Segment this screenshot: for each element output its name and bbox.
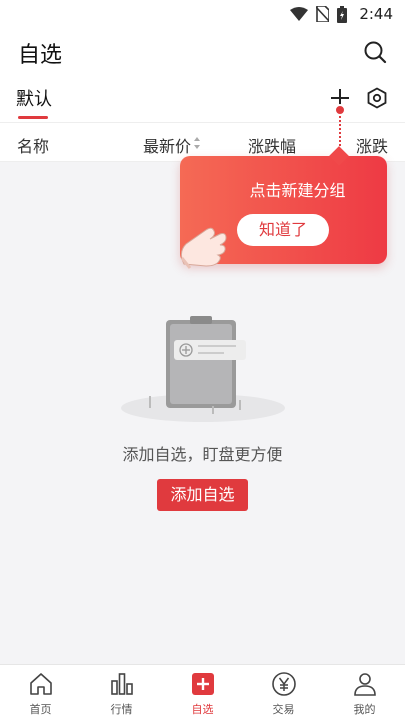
tooltip-text: 点击新建分组	[249, 181, 346, 200]
column-latest-price[interactable]: 最新价	[143, 133, 191, 157]
status-icons	[290, 5, 347, 23]
yen-icon	[271, 672, 296, 696]
add-watchlist-button[interactable]: 添加自选	[157, 479, 248, 511]
empty-watchlist-illustration	[121, 316, 285, 422]
nav-profile[interactable]: 我的	[324, 665, 405, 720]
pointing-hand-icon	[180, 227, 227, 269]
status-bar: 2:44	[0, 0, 405, 28]
sort-icon[interactable]	[193, 136, 201, 150]
person-icon	[353, 673, 376, 696]
nav-label: 自选	[191, 703, 214, 716]
column-change[interactable]: 涨跌	[356, 133, 388, 157]
battery-icon	[337, 5, 347, 23]
tab-active-indicator	[18, 116, 48, 119]
new-group-tooltip: 点击新建分组 知道了	[180, 146, 387, 269]
column-change-percent[interactable]: 涨跌幅	[248, 133, 296, 157]
tab-default[interactable]: 默认	[16, 85, 52, 111]
bar-chart-icon	[110, 673, 133, 695]
status-time: 2:44	[359, 5, 393, 23]
settings-hex-icon[interactable]	[366, 87, 388, 109]
home-icon	[29, 673, 52, 695]
nav-home[interactable]: 首页	[0, 665, 81, 720]
nav-label: 行情	[110, 703, 133, 716]
no-sim-icon	[316, 6, 329, 22]
plus-box-icon	[191, 673, 214, 695]
got-it-button[interactable]: 知道了	[237, 214, 329, 246]
group-tabs: 默认	[0, 76, 405, 122]
nav-label: 交易	[272, 703, 295, 716]
nav-trade[interactable]: 交易	[243, 665, 324, 720]
search-icon[interactable]	[363, 40, 387, 64]
column-name: 名称	[17, 137, 50, 156]
empty-state-message: 添加自选，盯盘更方便	[122, 445, 283, 464]
app-header: 自选	[0, 28, 405, 76]
guide-dot	[334, 104, 346, 116]
page-title: 自选	[18, 43, 63, 68]
wifi-icon	[290, 7, 308, 21]
nav-market[interactable]: 行情	[81, 665, 162, 720]
bottom-navigation: 首页 行情 自选 交易 我的	[0, 664, 405, 720]
nav-label: 首页	[29, 703, 52, 716]
nav-watchlist[interactable]: 自选	[162, 665, 243, 720]
nav-label: 我的	[353, 703, 376, 716]
